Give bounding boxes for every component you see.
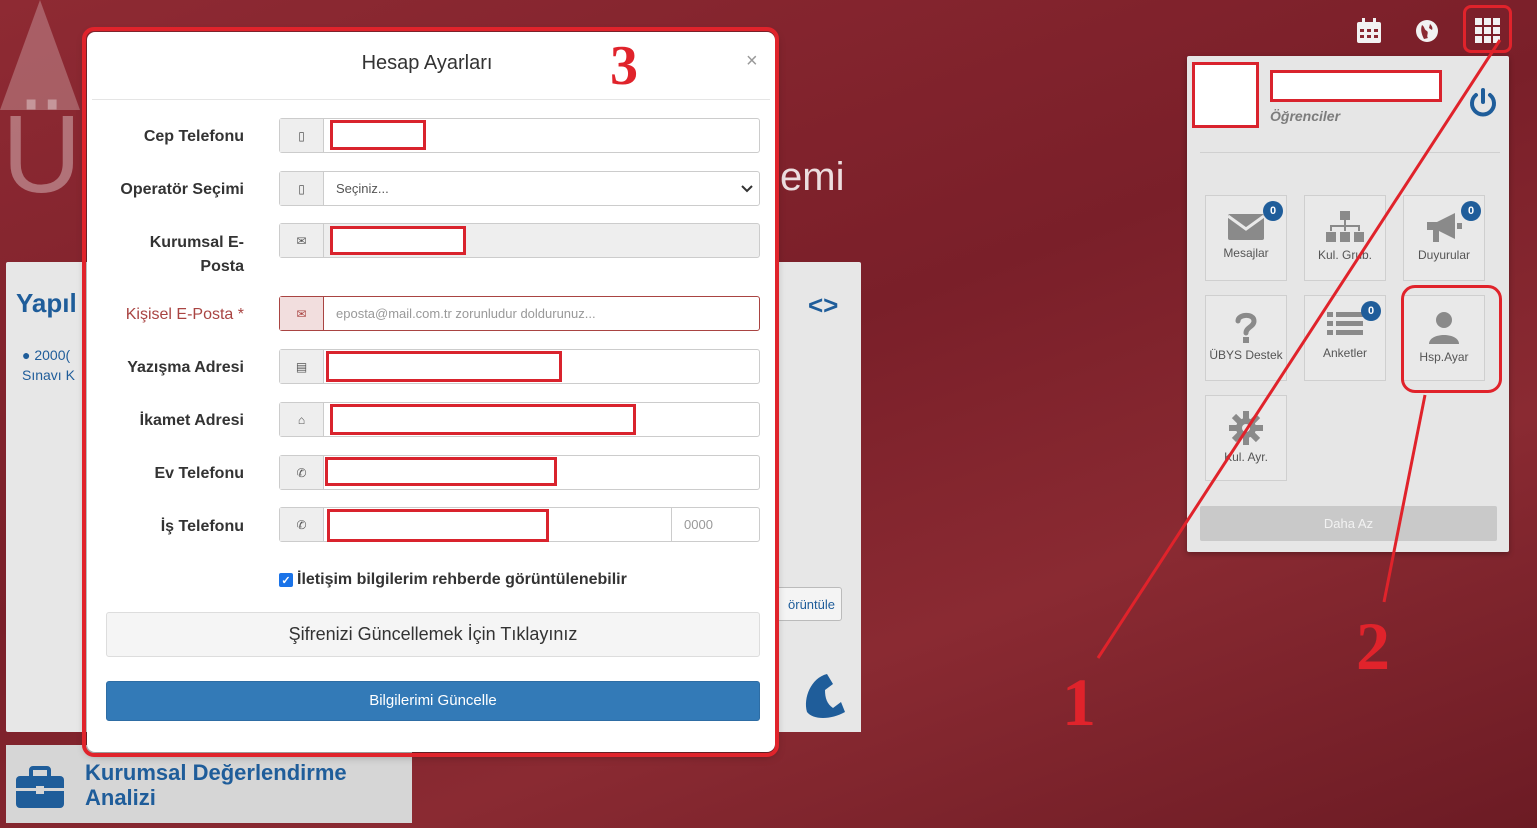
close-icon[interactable]: ×: [746, 50, 758, 73]
redaction-box: [330, 226, 466, 255]
label-mailing-address: Yazışma Adresi: [127, 359, 244, 376]
operator-select[interactable]: ▯ Seçiniz...: [279, 171, 760, 206]
personal-email-input[interactable]: eposta@mail.com.tr zorunludur doldurunuz…: [324, 297, 759, 330]
label-home-phone: Ev Telefonu: [154, 465, 245, 482]
building-icon: ▤: [280, 350, 324, 383]
annotation-step-2: 2: [1356, 608, 1390, 684]
directory-visibility-option[interactable]: ✓ İletişim bilgilerim rehberde görüntüle…: [279, 571, 627, 589]
change-password-button[interactable]: Şifrenizi Güncellemek İçin Tıklayınız: [106, 612, 760, 657]
redaction-box: [326, 351, 562, 382]
label-residence-address: İkamet Adresi: [139, 412, 244, 429]
envelope-icon: ✉: [280, 224, 324, 257]
label-work-phone: İş Telefonu: [160, 518, 244, 535]
annotation-step-1: 1: [1062, 664, 1096, 740]
redaction-box: [330, 120, 426, 150]
label-institutional-email-line2: Posta: [200, 258, 244, 275]
operator-select-value[interactable]: Seçiniz...: [324, 172, 735, 205]
redaction-box: [327, 509, 549, 542]
label-institutional-email: Kurumsal E- Posta: [94, 231, 244, 279]
update-info-button[interactable]: Bilgilerimi Güncelle: [106, 681, 760, 721]
phone-square-icon: ✆: [280, 456, 324, 489]
personal-email-field[interactable]: ✉ eposta@mail.com.tr zorunludur doldurun…: [279, 296, 760, 331]
label-institutional-email-line1: Kurumsal E-: [149, 234, 244, 251]
phone-icon: ✆: [280, 508, 324, 541]
redaction-box: [325, 457, 557, 486]
directory-visibility-label: İletişim bilgilerim rehberde görüntülene…: [297, 571, 627, 588]
directory-visibility-checkbox[interactable]: ✓: [279, 573, 293, 587]
mobile-icon: ▯: [280, 119, 324, 152]
work-phone-extension-input[interactable]: 0000: [671, 508, 759, 541]
mobile-icon: ▯: [280, 172, 324, 205]
label-personal-email: Kişisel E-Posta *: [125, 306, 244, 323]
envelope-icon: ✉: [280, 297, 324, 330]
chevron-down-icon[interactable]: [735, 172, 759, 205]
modal-header-divider: [92, 99, 770, 100]
label-operator: Operatör Seçimi: [120, 181, 244, 198]
redaction-box: [330, 404, 636, 435]
home-icon: ⌂: [280, 403, 324, 436]
annotation-step-3: 3: [610, 35, 638, 97]
modal-title: Hesap Ayarları: [361, 52, 493, 74]
label-mobile-phone: Cep Telefonu: [143, 128, 244, 145]
